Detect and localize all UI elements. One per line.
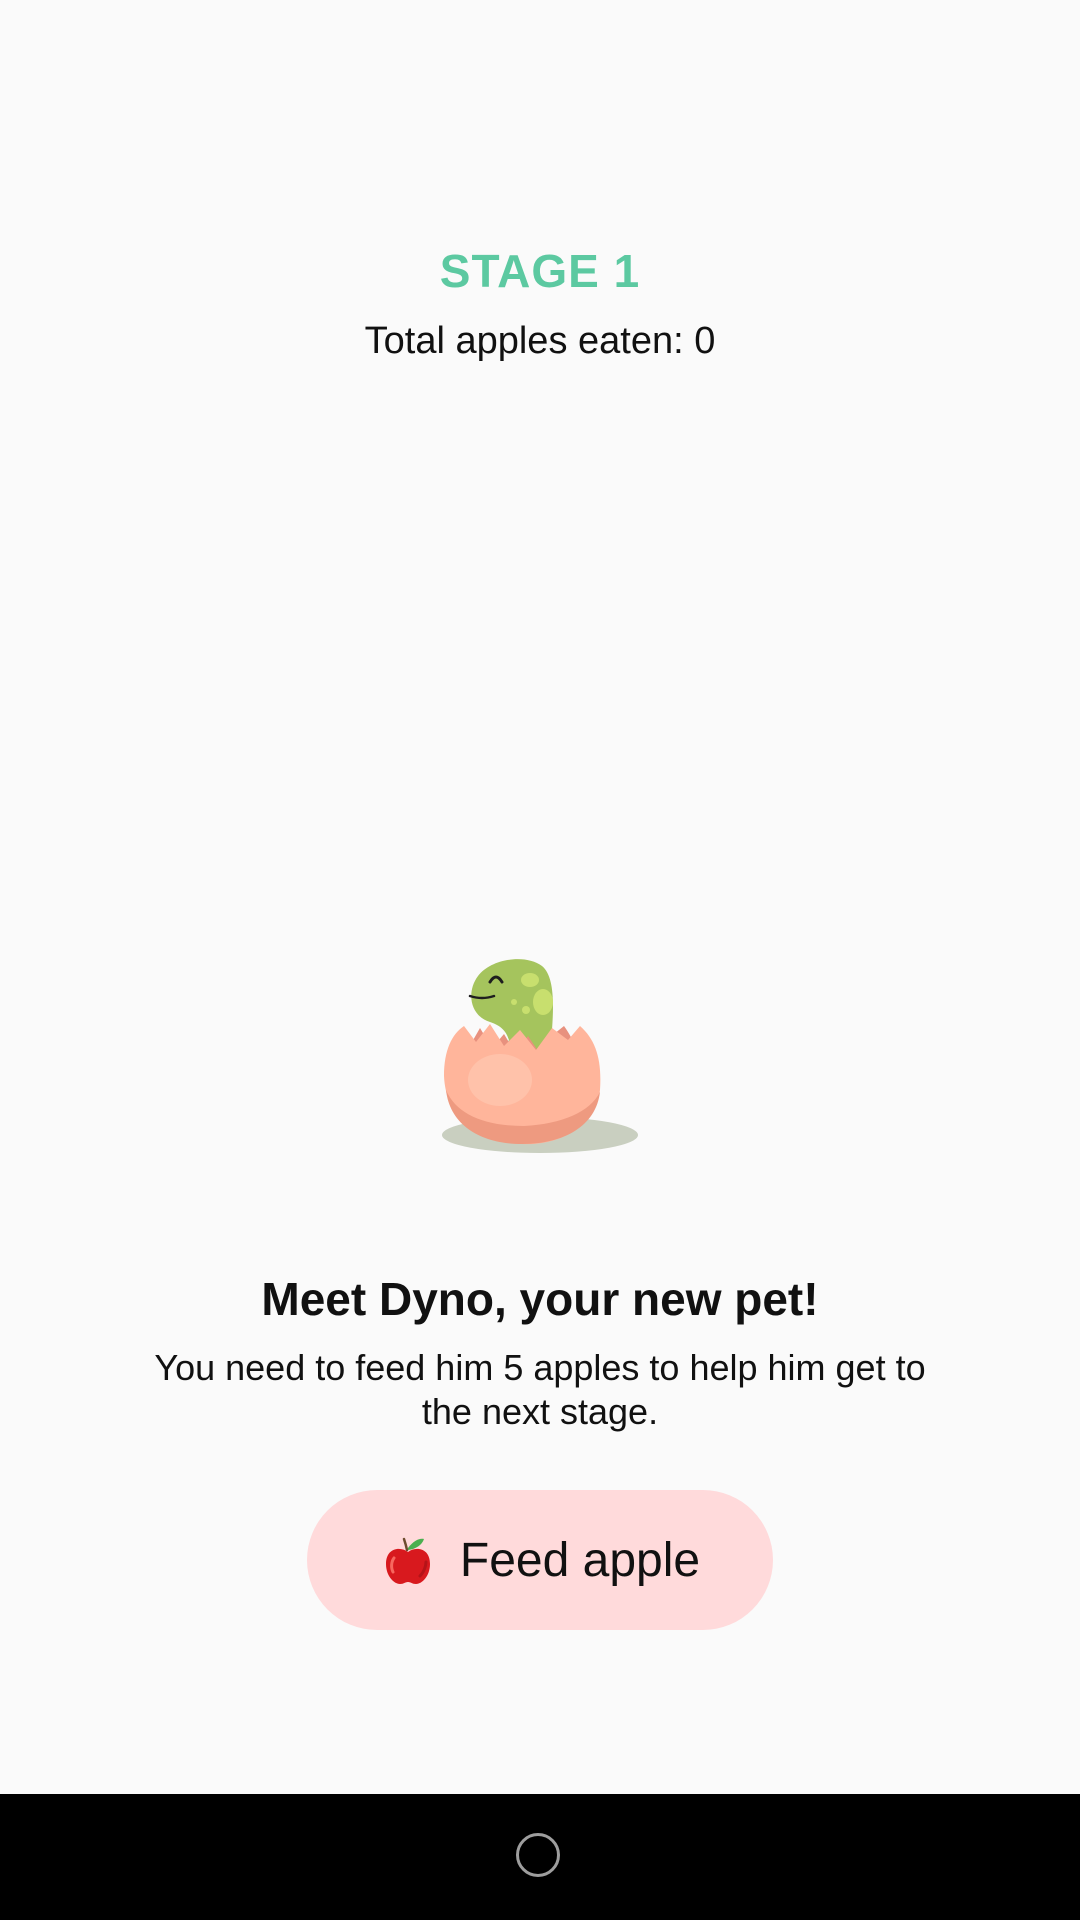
feed-apple-button[interactable]: Feed apple (307, 1490, 773, 1630)
home-circle-icon[interactable] (516, 1833, 560, 1877)
pet-illustration (430, 930, 650, 1160)
feed-apple-label: Feed apple (459, 1533, 701, 1587)
apples-eaten-counter: Total apples eaten: 0 (364, 320, 716, 362)
welcome-headline: Meet Dyno, your new pet! (261, 1273, 819, 1325)
baby-dino-in-egg-icon (442, 959, 638, 1153)
stage-title: STAGE 1 (439, 245, 641, 297)
feeding-instructions: You need to feed him 5 apples to help hi… (154, 1347, 926, 1432)
apple-icon (385, 1537, 430, 1584)
